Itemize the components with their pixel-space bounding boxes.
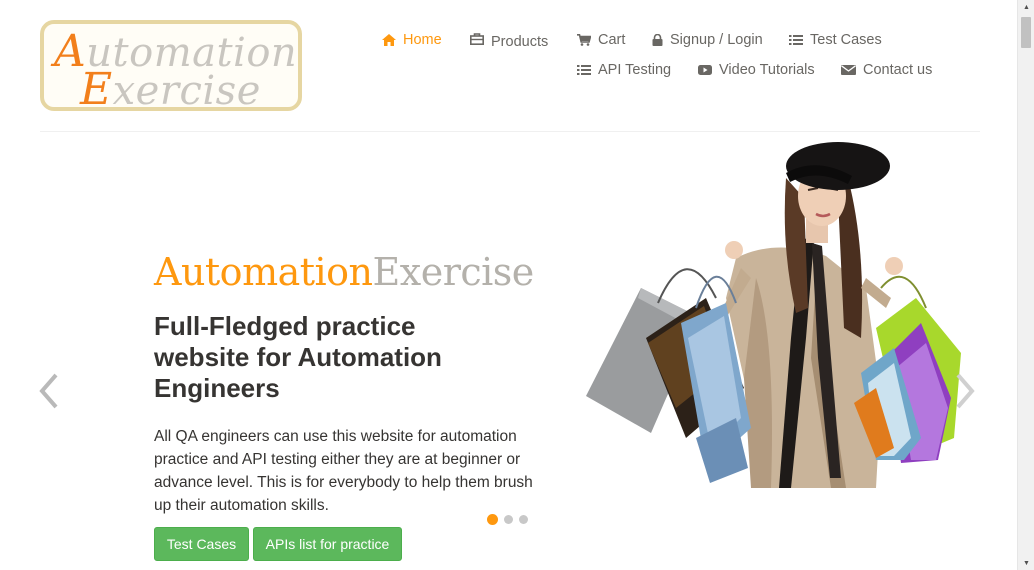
nav-signup-login[interactable]: Signup / Login [652, 32, 763, 48]
chevron-left-icon [36, 373, 62, 414]
page-scrollbar[interactable]: ▲ ▼ [1017, 0, 1034, 570]
slider-indicator-2[interactable] [504, 515, 513, 524]
scroll-up-icon[interactable]: ▲ [1018, 0, 1034, 14]
briefcase-icon [470, 33, 484, 45]
nav-products-label: Products [491, 34, 549, 50]
slider-indicator-1[interactable] [487, 514, 498, 525]
shopping-cart-icon [577, 34, 591, 46]
lock-icon [652, 34, 663, 46]
nav-api-testing-label: API Testing [598, 62, 672, 78]
slider-description: All QA engineers can use this website fo… [154, 428, 533, 514]
apis-list-button[interactable]: APIs list for practice [253, 527, 402, 561]
scrollbar-thumb[interactable] [1021, 17, 1031, 48]
nav-home-label: Home [403, 32, 442, 48]
slider-indicators [487, 514, 528, 525]
nav-video-tutorials-label: Video Tutorials [719, 62, 815, 78]
site-logo[interactable]: Automation Exercise [40, 20, 302, 115]
nav-cart-label: Cart [598, 32, 626, 48]
nav-test-cases-label: Test Cases [810, 32, 882, 48]
nav-products[interactable]: Products [470, 32, 548, 50]
nav-home[interactable]: Home [382, 32, 442, 48]
slider-brand-title: AutomationExercise [154, 250, 534, 294]
nav-api-testing[interactable]: API Testing [577, 62, 671, 78]
nav-cart[interactable]: Cart [577, 32, 625, 48]
slider-next-button[interactable] [952, 372, 978, 415]
nav-signup-login-label: Signup / Login [670, 32, 763, 48]
test-cases-button[interactable]: Test Cases [154, 527, 249, 561]
nav-video-tutorials[interactable]: Video Tutorials [698, 62, 815, 78]
slider-indicator-3[interactable] [519, 515, 528, 524]
list-icon [789, 34, 803, 46]
slider-prev-button[interactable] [36, 372, 62, 415]
youtube-play-icon [698, 64, 712, 76]
slider-headline: Full-Fledged practice website for Automa… [154, 311, 442, 403]
header-divider [40, 131, 980, 132]
home-icon [382, 34, 396, 46]
scroll-down-icon[interactable]: ▼ [1018, 556, 1034, 570]
hero-girl-shopping-image [576, 138, 966, 490]
nav-contact-us[interactable]: Contact us [841, 62, 932, 78]
nav-contact-us-label: Contact us [863, 62, 933, 78]
chevron-right-icon [952, 373, 978, 414]
envelope-icon [841, 64, 856, 76]
nav-test-cases[interactable]: Test Cases [789, 32, 882, 48]
list-icon [577, 64, 591, 76]
logo-text-line2: Exercise [80, 64, 261, 115]
